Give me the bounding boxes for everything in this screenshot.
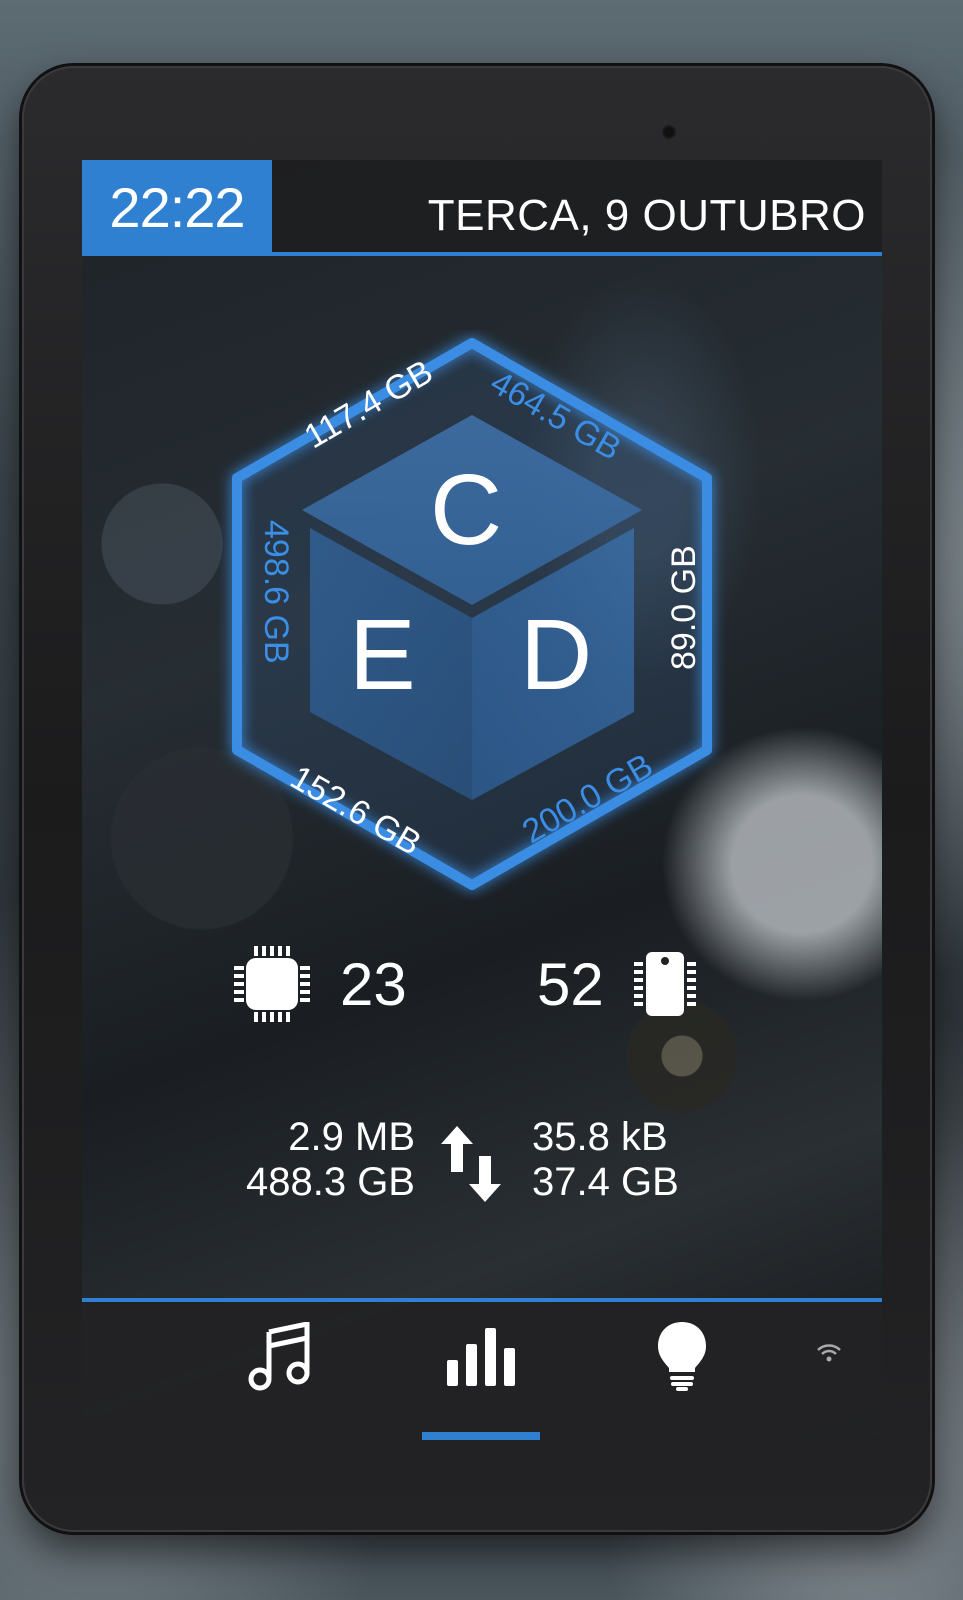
tab-music[interactable] xyxy=(227,1302,337,1440)
upload-current: 2.9 MB xyxy=(288,1115,415,1159)
front-camera xyxy=(662,125,676,139)
music-note-icon xyxy=(248,1322,310,1391)
ram-usage-value: 52 xyxy=(537,951,604,1018)
screen: 22:22 TERCA, 9 OUTUBRO C E D 117.4 GB 46… xyxy=(82,160,882,1440)
drive-e-free: 498.6 GB xyxy=(257,520,295,664)
download-current: 35.8 kB xyxy=(532,1115,668,1159)
cpu-chip-icon xyxy=(234,946,310,1022)
bar-chart-icon xyxy=(447,1328,515,1386)
drive-c-letter: C xyxy=(430,454,503,566)
drive-d-letter: D xyxy=(520,599,593,711)
light-bulb-icon xyxy=(658,1322,706,1391)
download-total: 37.4 GB xyxy=(532,1160,679,1204)
memory-module-icon xyxy=(634,952,696,1016)
up-down-arrows-icon xyxy=(441,1126,501,1202)
drive-e-letter: E xyxy=(349,599,416,711)
active-tab-indicator xyxy=(422,1432,540,1440)
disk-widget[interactable]: C E D 117.4 GB 464.5 GB 89.0 GB 200.0 GB… xyxy=(217,330,737,900)
bottom-nav xyxy=(82,1298,882,1440)
date-label: TERCA, 9 OUTUBRO xyxy=(427,191,866,240)
upload-total: 488.3 GB xyxy=(245,1160,415,1204)
wifi-icon xyxy=(817,1344,841,1362)
disk-hexagon xyxy=(232,338,712,890)
drive-d-used: 89.0 GB xyxy=(665,545,703,670)
tab-stats[interactable] xyxy=(422,1302,540,1440)
tab-lights[interactable] xyxy=(627,1302,737,1440)
top-bar-accent-line xyxy=(82,252,882,256)
top-bar: 22:22 TERCA, 9 OUTUBRO xyxy=(82,160,882,256)
cpu-usage-value: 23 xyxy=(340,951,407,1018)
clock: 22:22 xyxy=(82,160,272,256)
